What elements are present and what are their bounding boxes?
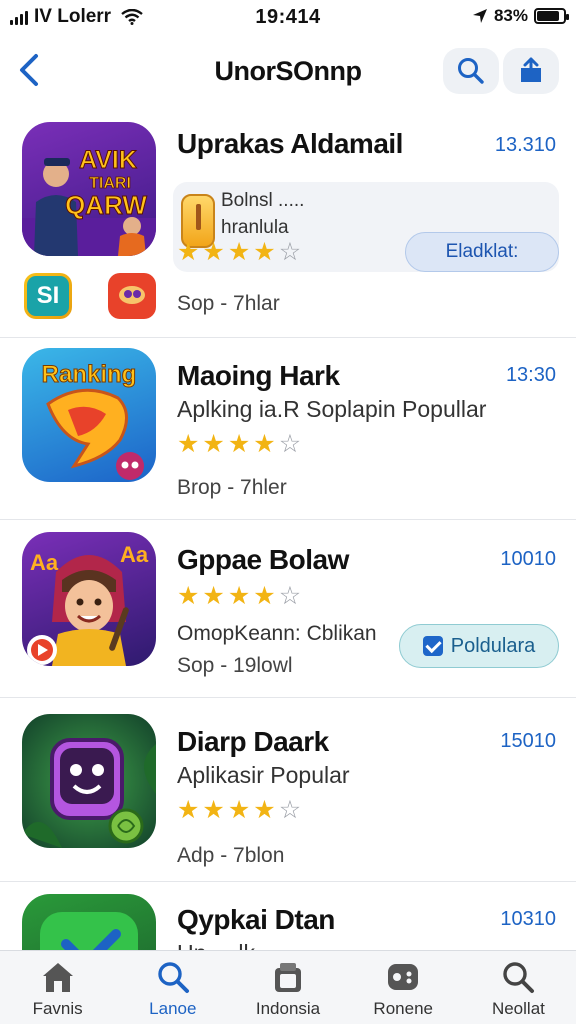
mini-icon-label: SI <box>27 276 69 316</box>
list-item[interactable]: Ranking Maoing Hark 13:30 Aplking ia.R S… <box>0 338 576 520</box>
icon1-line3: QARW <box>65 190 147 220</box>
list-item[interactable]: Diarp Daark 15010 Aplikasir Popular ★ ★ ★ ★… <box>0 698 576 882</box>
icon1-line1: AVIK <box>79 146 137 174</box>
app-subtitle: Aplking ia.R Soplapin Popullar <box>177 396 487 422</box>
rating-stars: ★ ★ ★ ★ ☆ <box>177 432 301 457</box>
tab-label: Indonsia <box>255 999 321 1018</box>
apps-icon <box>275 963 301 992</box>
app-price: 10010 <box>500 548 556 570</box>
bird-icon <box>119 286 145 304</box>
star-filled-icon: ★ <box>202 796 225 824</box>
search-icon <box>158 962 189 993</box>
battery-icon <box>534 8 569 24</box>
list-item[interactable]: AVIK TIARI QARW Uprakas Aldamail 13.310 … <box>0 108 576 338</box>
mini-app-icon[interactable]: SI <box>24 273 72 319</box>
app-price: 13.310 <box>494 134 556 156</box>
star-filled-icon: ★ <box>227 796 251 824</box>
games-icon <box>388 964 419 990</box>
app-subtitle: OmopKeann: Cblikan <box>177 622 377 645</box>
battery-fill <box>537 11 559 21</box>
app-meta: Brop - 7hler <box>177 476 287 499</box>
popular-button-label: Poldulara <box>450 634 536 657</box>
app-meta: Adp - 7blon <box>177 844 285 867</box>
app-name[interactable]: Uprakas Aldamail <box>177 128 403 160</box>
search-button[interactable] <box>443 48 499 94</box>
star-filled-icon: ★ <box>253 430 276 458</box>
app-icon <box>22 714 156 848</box>
icon3-text-left: Aa <box>30 550 59 575</box>
rating-stars: ★ ★ ★ ★ ☆ <box>177 240 301 265</box>
promo-title: Bolnsl ..... <box>221 190 305 211</box>
app-subtitle: Aplikasir Popular <box>177 762 350 788</box>
location-icon <box>472 9 487 23</box>
star-filled-icon: ★ <box>177 582 200 610</box>
star-filled-icon: ★ <box>177 238 200 266</box>
app-icon: Aa Aa <box>22 532 156 666</box>
tab-label: Lanoe <box>149 999 197 1018</box>
status-bar: IV Lolerr 19:414 83% <box>0 0 576 36</box>
star-filled-icon: ★ <box>227 430 251 458</box>
icon3-text-right: Aa <box>120 542 149 567</box>
tab-neollat[interactable]: Neollat <box>461 951 576 1024</box>
app-name[interactable]: Maoing Hark <box>177 360 340 392</box>
tab-indonsia[interactable]: Indonsia <box>230 951 345 1024</box>
share-icon <box>521 57 541 82</box>
star-filled-icon: ★ <box>177 796 200 824</box>
star-filled-icon: ★ <box>202 430 225 458</box>
tab-label: Favnis <box>32 999 83 1018</box>
app-price: 15010 <box>500 730 556 752</box>
app-price: 13:30 <box>505 364 556 386</box>
search-icon <box>458 58 484 84</box>
star-filled-icon: ★ <box>177 430 200 458</box>
promo-subtitle: hranlula <box>221 217 289 238</box>
app-icon: AVIK TIARI QARW <box>22 122 156 256</box>
app-name[interactable]: Qypkai Dtan <box>177 904 335 936</box>
share-button[interactable] <box>503 48 559 94</box>
rating-stars: ★ ★ ★ ★ ☆ <box>177 798 301 823</box>
app-name[interactable]: Diarp Daark <box>177 726 329 758</box>
checkmark-icon <box>422 636 443 656</box>
star-filled-icon: ★ <box>227 582 251 610</box>
star-empty-icon: ☆ <box>278 238 302 266</box>
star-filled-icon: ★ <box>227 238 251 266</box>
app-list: AVIK TIARI QARW Uprakas Aldamail 13.310 … <box>0 108 576 962</box>
star-filled-icon: ★ <box>253 238 276 266</box>
search-icon <box>503 962 535 993</box>
star-filled-icon: ★ <box>202 582 225 610</box>
app-meta: Sop - 7hlar <box>177 292 280 315</box>
nav-bar: UnorSOnnp <box>0 36 576 108</box>
tab-label: Ronene <box>373 999 433 1018</box>
star-filled-icon: ★ <box>253 796 276 824</box>
tab-lanoe[interactable]: Lanoe <box>115 951 230 1024</box>
download-button[interactable]: Eladklat: <box>405 232 559 272</box>
app-icon: Ranking <box>22 348 156 482</box>
star-empty-icon: ☆ <box>278 582 302 610</box>
app-name[interactable]: Gppae Bolaw <box>177 544 349 576</box>
tab-favnis[interactable]: Favnis <box>0 951 115 1024</box>
battery-percent: 83% <box>493 6 528 25</box>
tab-bar: Favnis Lanoe Indonsia Ronene Neollat <box>0 950 576 1024</box>
home-icon <box>42 963 73 992</box>
app-meta: Sop - 19lowl <box>177 654 293 677</box>
mini-app-icon[interactable] <box>108 273 156 319</box>
star-filled-icon: ★ <box>202 238 225 266</box>
rating-stars: ★ ★ ★ ★ ☆ <box>177 584 301 609</box>
tab-ronene[interactable]: Ronene <box>346 951 461 1024</box>
star-empty-icon: ☆ <box>278 430 302 458</box>
popular-button[interactable]: Poldulara <box>399 624 559 668</box>
star-filled-icon: ★ <box>253 582 276 610</box>
list-item[interactable]: Aa Aa Gppae Bolaw 10010 ★ ★ ★ ★ ☆ OmopKeann:… <box>0 520 576 698</box>
tab-label: Neollat <box>491 999 545 1018</box>
icon2-text: Ranking <box>42 361 137 388</box>
app-price: 10310 <box>500 908 556 930</box>
star-empty-icon: ☆ <box>278 796 302 824</box>
